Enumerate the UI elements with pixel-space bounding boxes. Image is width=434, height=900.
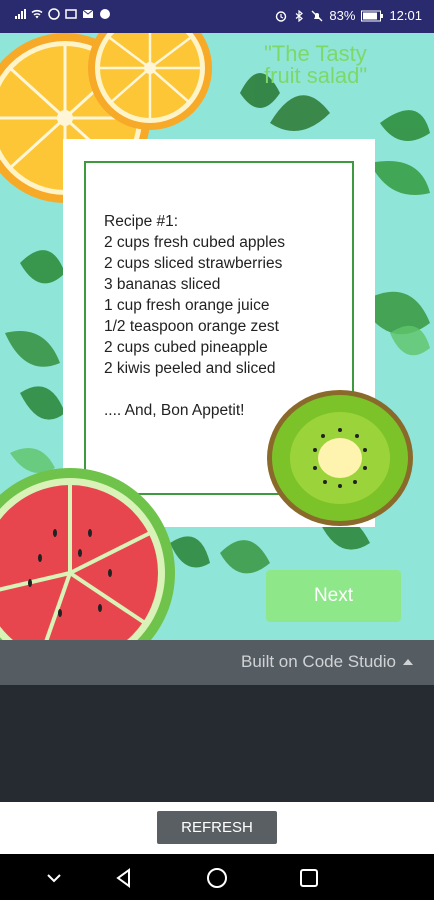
- chevron-down-icon[interactable]: [42, 866, 66, 890]
- app-notification-icon: [100, 9, 110, 19]
- mail-icon: [82, 9, 94, 18]
- page-title: "The Tasty fruit salad": [264, 41, 368, 88]
- recipe-line: 1/2 teaspoon orange zest: [104, 318, 279, 335]
- status-bar: 83% 12:01: [0, 0, 434, 33]
- recipe-line: Recipe #1:: [104, 213, 179, 230]
- alarm-icon: [276, 10, 287, 22]
- clock: 12:01: [389, 8, 422, 23]
- code-studio-label: Built on Code Studio: [241, 652, 396, 671]
- code-studio-bar[interactable]: Built on Code Studio: [0, 640, 434, 685]
- orange-slice-image: [88, 33, 212, 130]
- battery-icon: [361, 10, 384, 21]
- app-notification-icon: [48, 8, 60, 20]
- caret-up-icon: [403, 659, 413, 665]
- app-notification-icon: [65, 9, 77, 19]
- recipe-line: 2 kiwis peeled and sliced: [104, 360, 276, 377]
- navigation-bar: [0, 854, 434, 900]
- recipe-line: 2 cups fresh cubed apples: [104, 234, 285, 251]
- app-screen: "The Tasty fruit salad" Recipe #1: 2 cup…: [0, 33, 434, 640]
- next-button[interactable]: Next: [266, 570, 401, 622]
- code-studio-panel: [0, 685, 434, 802]
- wifi-icon: [31, 9, 43, 19]
- status-icons-right: 83% 12:01: [275, 8, 422, 23]
- code-studio-label-group[interactable]: Built on Code Studio: [241, 652, 414, 672]
- recipe-line: 2 cups cubed pineapple: [104, 339, 268, 356]
- recipe-line: 3 bananas sliced: [104, 276, 221, 293]
- refresh-button[interactable]: REFRESH: [157, 811, 277, 844]
- signal-icon: [15, 9, 26, 19]
- bluetooth-icon: [296, 9, 304, 22]
- kiwi-slice-image: [267, 390, 413, 526]
- status-icons-left: [14, 8, 111, 20]
- back-icon[interactable]: [112, 866, 136, 890]
- recipe-line: 1 cup fresh orange juice: [104, 297, 270, 314]
- battery-percent: 83%: [329, 8, 356, 23]
- recents-icon[interactable]: [297, 866, 321, 890]
- watermelon-slice-image: [0, 468, 175, 640]
- mute-icon: [311, 10, 323, 21]
- home-icon[interactable]: [205, 866, 229, 890]
- recipe-line: 2 cups sliced strawberries: [104, 255, 283, 272]
